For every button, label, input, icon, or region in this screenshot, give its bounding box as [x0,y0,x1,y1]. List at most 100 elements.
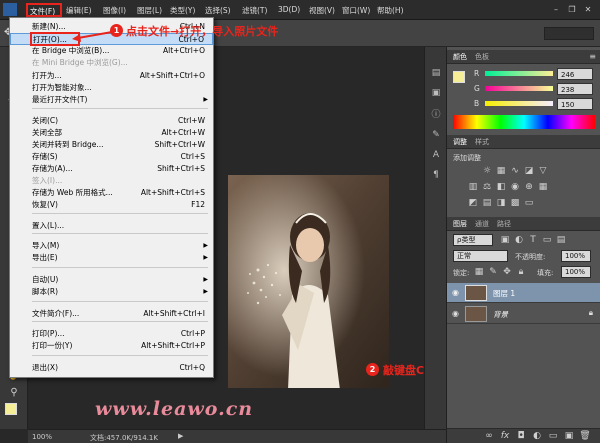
b-slider[interactable] [485,101,553,106]
layer-name[interactable]: 背景 [493,309,508,320]
file-menu-item[interactable]: 打印(P)... Ctrl+P [10,328,213,340]
file-menu-item[interactable]: 打开为智能对象... [10,82,213,94]
r-value-field[interactable]: 246 [557,68,593,80]
selective-color-adjust-icon[interactable]: ▩ [509,197,521,209]
tab-color[interactable]: 颜色 [453,52,467,62]
file-menu-item[interactable]: 导入(M) ▶ [10,240,213,252]
r-slider[interactable] [485,71,553,76]
layer-row-layer1[interactable]: ◉ 图层 1 [447,283,600,303]
layer-style-icon[interactable]: fx [499,430,511,442]
posterize-adjust-icon[interactable]: ▤ [481,197,493,209]
link-layers-icon[interactable]: ∞ [483,430,495,442]
b-value-field[interactable]: 150 [557,98,593,110]
menu-filter[interactable]: 滤镜(T) [242,5,267,16]
menu-help[interactable]: 帮助(H) [377,5,404,16]
character-panel-icon[interactable]: A [429,149,443,161]
panel-menu-icon[interactable]: ≡ [589,52,596,61]
file-menu-item[interactable]: 打开为... Alt+Shift+Ctrl+O [10,70,213,82]
menu-edit[interactable]: 编辑(E) [66,5,92,16]
file-menu-item[interactable]: 恢复(V) F12 [10,199,213,211]
file-menu-item[interactable]: 存储为(A)... Shift+Ctrl+S [10,163,213,175]
foreground-color-swatch[interactable] [5,403,17,415]
tab-adjustments[interactable]: 调整 [453,137,467,147]
bw-adjust-icon[interactable]: ◧ [495,181,507,193]
tab-layers[interactable]: 图层 [453,219,467,229]
menu-type[interactable]: 类型(Y) [170,5,195,16]
menu-view[interactable]: 视图(V) [309,5,335,16]
tab-paths[interactable]: 路径 [497,219,511,229]
file-menu-item[interactable]: 最近打开文件(T) ▶ [10,94,213,106]
threshold-adjust-icon[interactable]: ◨ [495,197,507,209]
paragraph-panel-icon[interactable]: ¶ [429,169,443,181]
filter-smart-icon[interactable]: ▤ [555,234,567,246]
color-balance-adjust-icon[interactable]: ⚖ [481,181,493,193]
vibrance-adjust-icon[interactable]: ▽ [537,165,549,177]
file-menu-item[interactable]: 关闭全部 Alt+Ctrl+W [10,127,213,139]
fill-field[interactable]: 100% [561,266,591,278]
minimize-icon[interactable]: – [550,4,562,15]
layer-name[interactable]: 图层 1 [493,288,515,299]
invert-adjust-icon[interactable]: ◩ [467,197,479,209]
layer-kind-filter[interactable]: ρ类型 [453,234,493,246]
filter-adjust-icon[interactable]: ◐ [513,234,525,246]
workspace-dropdown[interactable] [544,27,594,40]
restore-icon[interactable]: ❐ [566,4,578,15]
visibility-eye-icon[interactable]: ◉ [452,309,459,318]
lock-all-icon[interactable]: 🔒︎ [515,266,527,278]
visibility-eye-icon[interactable]: ◉ [452,288,459,297]
color-fg-swatch[interactable] [453,71,465,83]
layer-mask-icon[interactable]: ◘ [515,430,527,442]
filter-pixel-icon[interactable]: ▣ [499,234,511,246]
gradient-map-adjust-icon[interactable]: ▭ [523,197,535,209]
status-arrow-icon[interactable]: ▶ [178,432,183,440]
tab-styles[interactable]: 样式 [475,137,489,147]
tab-swatches[interactable]: 色板 [475,52,489,62]
file-menu-item[interactable]: 导出(E) ▶ [10,252,213,264]
g-value-field[interactable]: 238 [557,83,593,95]
levels-adjust-icon[interactable]: ▦ [495,165,507,177]
zoom-level[interactable]: 100% [32,433,52,441]
info-panel-icon[interactable]: ⓘ [429,109,443,121]
delete-layer-icon[interactable]: 🗑︎ [579,430,591,442]
menu-3d[interactable]: 3D(D) [278,5,300,14]
color-spectrum[interactable] [453,115,595,129]
curves-adjust-icon[interactable]: ∿ [509,165,521,177]
file-menu-item[interactable]: 存储(S) Ctrl+S [10,151,213,163]
menu-window[interactable]: 窗口(W) [342,5,370,16]
blend-mode-select[interactable]: 正常 [453,250,508,262]
menu-layer[interactable]: 图层(L) [137,5,162,16]
new-adjustment-icon[interactable]: ◐ [531,430,543,442]
opacity-field[interactable]: 100% [561,250,591,262]
history-panel-icon[interactable]: ▤ [429,67,443,79]
lock-pixels-icon[interactable]: ✎ [487,266,499,278]
filter-shape-icon[interactable]: ▭ [541,234,553,246]
file-menu-item[interactable]: 自动(U) ▶ [10,274,213,286]
menu-image[interactable]: 图像(I) [103,5,126,16]
color-lookup-adjust-icon[interactable]: ▦ [537,181,549,193]
file-menu-item[interactable]: 退出(X) Ctrl+Q [10,362,213,374]
layer-row-background[interactable]: ◉ 背景 🔒︎ [447,304,600,324]
menu-select[interactable]: 选择(S) [205,5,231,16]
lock-position-icon[interactable]: ✥ [501,266,513,278]
file-menu-item[interactable]: 脚本(R) ▶ [10,286,213,298]
new-group-icon[interactable]: ▭ [547,430,559,442]
brightness-adjust-icon[interactable]: ☼ [481,165,493,177]
exposure-adjust-icon[interactable]: ◪ [523,165,535,177]
zoom-tool-icon[interactable]: ⚲ [7,386,21,400]
file-menu-item[interactable]: 文件简介(F)... Alt+Shift+Ctrl+I [10,308,213,320]
g-slider[interactable] [485,86,553,91]
new-layer-icon[interactable]: ▣ [563,430,575,442]
channel-mixer-adjust-icon[interactable]: ⊕ [523,181,535,193]
document-photo[interactable] [228,175,389,388]
file-menu-item[interactable]: 关闭并转到 Bridge... Shift+Ctrl+W [10,139,213,151]
file-menu-item[interactable]: 置入(L)... [10,220,213,232]
file-menu-item[interactable]: 存储为 Web 所用格式... Alt+Shift+Ctrl+S [10,187,213,199]
close-icon[interactable]: ✕ [582,4,594,15]
file-menu-item[interactable]: 打印一份(Y) Alt+Shift+Ctrl+P [10,340,213,352]
tab-channels[interactable]: 通道 [475,219,489,229]
file-menu-item[interactable]: 在 Bridge 中浏览(B)... Alt+Ctrl+O [10,45,213,57]
hue-adjust-icon[interactable]: ▥ [467,181,479,193]
filter-type-icon[interactable]: T [527,234,539,246]
photo-filter-adjust-icon[interactable]: ◉ [509,181,521,193]
file-menu-item[interactable]: 关闭(C) Ctrl+W [10,115,213,127]
